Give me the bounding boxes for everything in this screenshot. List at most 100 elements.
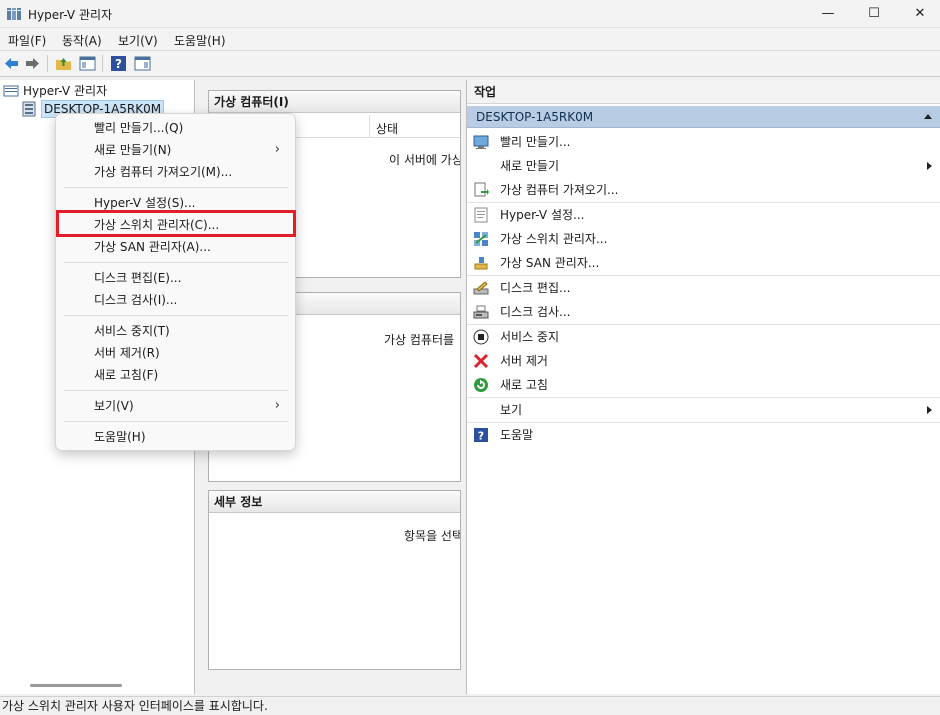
ctx-item-label: 빨리 만들기...(Q) [94,121,184,135]
checkpoint-message: 가상 컴퓨터를 [384,333,455,347]
details-message: 항목을 선택 [404,529,461,543]
submenu-chevron-icon: › [274,398,280,413]
action-label: 빨리 만들기... [500,135,571,149]
action-label: 새로 고침 [500,378,548,392]
ctx-separator [64,262,288,263]
action-help[interactable]: ? 도움말 [467,423,940,447]
ctx-item-label: 디스크 검사(I)... [94,293,178,307]
import-vm-icon [474,182,489,197]
details-panel: 세부 정보 항목을 선택 [208,490,461,670]
svg-text:?: ? [115,57,122,71]
actions-pane-title: 작업 [467,80,940,104]
maximize-button[interactable]: ☐ [851,0,897,28]
action-virtual-san-manager[interactable]: 가상 SAN 관리자... [467,251,940,275]
action-label: 보기 [500,403,523,417]
server-icon [22,101,36,117]
help-icon[interactable]: ? [110,55,127,72]
action-label: 새로 만들기 [500,159,560,173]
status-bar: 가상 스위치 관리자 사용자 인터페이스를 표시합니다. [0,696,940,715]
column-separator [369,115,370,137]
action-remove-server[interactable]: 서버 제거 [467,349,940,373]
ctx-import-vm[interactable]: 가상 컴퓨터 가져오기(M)... [60,161,292,183]
menu-file[interactable]: 파일(F) [8,32,46,49]
vm-panel-title: 가상 컴퓨터(I) [209,91,460,113]
ctx-separator [64,315,288,316]
up-folder-icon[interactable] [55,55,72,72]
ctx-edit-disk[interactable]: 디스크 편집(E)... [60,267,292,289]
actions-group-label: DESKTOP-1A5RK0M [476,110,594,124]
edit-disk-icon [473,281,489,295]
virtual-switch-icon [474,232,488,246]
ctx-refresh[interactable]: 새로 고침(F) [60,364,292,386]
action-view[interactable]: 보기 [467,398,940,422]
actions-group-header[interactable]: DESKTOP-1A5RK0M [467,106,940,128]
action-label: Hyper-V 설정... [500,208,585,222]
ctx-help[interactable]: 도움말(H) [60,426,292,448]
action-label: 서버 제거 [500,354,548,368]
tree-item-root[interactable]: Hyper-V 관리자 [3,82,193,100]
minimize-button[interactable]: — [805,0,851,28]
toolbar-separator [47,55,48,72]
toolbar-separator [102,55,103,72]
highlight-box [56,210,296,237]
menu-view[interactable]: 보기(V) [118,32,158,49]
virtual-san-icon [474,257,488,270]
ctx-item-label: 보기(V) [94,399,134,413]
details-panel-title: 세부 정보 [209,491,460,513]
quick-create-icon [473,135,489,149]
close-button[interactable]: ✕ [897,0,940,28]
action-label: 디스크 편집... [500,281,571,295]
ctx-new[interactable]: 새로 만들기(N) › [60,139,292,161]
ctx-quick-create[interactable]: 빨리 만들기...(Q) [60,117,292,139]
ctx-separator [64,390,288,391]
submenu-arrow-icon [927,406,932,414]
action-hyperv-settings[interactable]: Hyper-V 설정... [467,203,940,227]
toolbar: ? [0,51,940,77]
menu-action[interactable]: 동작(A) [62,32,102,49]
ctx-item-label: Hyper-V 설정(S)... [94,196,196,210]
action-refresh[interactable]: 새로 고침 [467,373,940,397]
action-inspect-disk[interactable]: 디스크 검사... [467,300,940,324]
collapse-caret-icon[interactable] [924,114,932,119]
ctx-virtual-san-manager[interactable]: 가상 SAN 관리자(A)... [60,236,292,258]
show-tree-icon[interactable] [79,55,96,72]
back-icon[interactable] [3,55,20,72]
submenu-arrow-icon [927,162,932,170]
action-import-vm[interactable]: 가상 컴퓨터 가져오기... [467,178,940,202]
action-stop-service[interactable]: 서비스 중지 [467,325,940,349]
svg-text:?: ? [478,430,484,443]
ctx-stop-service[interactable]: 서비스 중지(T) [60,320,292,342]
submenu-chevron-icon: › [274,142,280,157]
ctx-view[interactable]: 보기(V) › [60,395,292,417]
refresh-icon [474,378,488,392]
actions-pane: 작업 DESKTOP-1A5RK0M 빨리 만들기... 새로 만들기 가상 컴… [466,80,940,694]
forward-icon[interactable] [24,55,41,72]
inspect-disk-icon [473,305,489,319]
stop-service-icon [473,329,489,345]
title-bar: Hyper-V 관리자 — ☐ ✕ [0,0,940,28]
hyperv-app-icon [7,8,21,20]
action-edit-disk[interactable]: 디스크 편집... [467,276,940,300]
ctx-item-label: 새로 만들기(N) [94,143,172,157]
context-menu: 빨리 만들기...(Q) 새로 만들기(N) › 가상 컴퓨터 가져오기(M)..… [55,113,296,451]
vm-empty-message: 이 서버에 가상 [389,153,461,167]
action-label: 가상 스위치 관리자... [500,232,608,246]
ctx-remove-server[interactable]: 서버 제거(R) [60,342,292,364]
action-quick-create[interactable]: 빨리 만들기... [467,130,940,154]
show-action-pane-icon[interactable] [134,55,151,72]
action-new[interactable]: 새로 만들기 [467,154,940,178]
ctx-item-label: 서버 제거(R) [94,346,160,360]
ctx-item-label: 디스크 편집(E)... [94,271,182,285]
horizontal-scrollbar[interactable] [30,684,122,687]
action-virtual-switch-manager[interactable]: 가상 스위치 관리자... [467,227,940,251]
remove-server-icon [473,353,489,369]
action-label: 가상 SAN 관리자... [500,256,600,270]
menu-help[interactable]: 도움말(H) [174,32,226,49]
action-label: 디스크 검사... [500,305,571,319]
ctx-item-label: 서비스 중지(T) [94,324,170,338]
help-icon: ? [474,428,488,443]
ctx-item-label: 새로 고침(F) [94,368,159,382]
ctx-inspect-disk[interactable]: 디스크 검사(I)... [60,289,292,311]
hyperv-settings-icon [474,207,488,223]
vm-col-state[interactable]: 상태 [376,120,398,137]
